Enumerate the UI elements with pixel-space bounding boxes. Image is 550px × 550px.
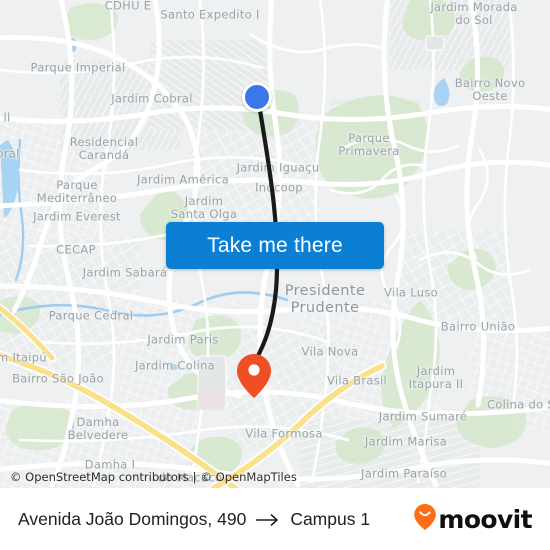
trip-origin-label: Avenida João Domingos, 490 bbox=[18, 509, 247, 529]
moovit-logo: moovit bbox=[413, 503, 533, 536]
openmaptiles-attribution-link[interactable]: © OpenMapTiles bbox=[201, 470, 297, 484]
moovit-wordmark: moovit bbox=[438, 505, 532, 534]
arrow-right-icon bbox=[255, 513, 281, 527]
take-me-there-button[interactable]: Take me there bbox=[166, 222, 384, 269]
map-canvas[interactable]: CDHU E Santo Expedito I Jardim Morada do So… bbox=[0, 0, 550, 488]
destination-marker[interactable] bbox=[236, 353, 272, 399]
moovit-trip-screenshot: CDHU E Santo Expedito I Jardim Morada do So… bbox=[0, 0, 550, 550]
trip-summary: Avenida João Domingos, 490 Campus 1 bbox=[18, 509, 370, 530]
trip-footer: Avenida João Domingos, 490 Campus 1 moov… bbox=[0, 488, 550, 550]
trip-destination-label: Campus 1 bbox=[290, 509, 371, 529]
moovit-pin-icon bbox=[413, 503, 437, 536]
osm-attribution-link[interactable]: © OpenStreetMap contributors bbox=[10, 470, 189, 484]
origin-marker[interactable] bbox=[242, 82, 272, 112]
